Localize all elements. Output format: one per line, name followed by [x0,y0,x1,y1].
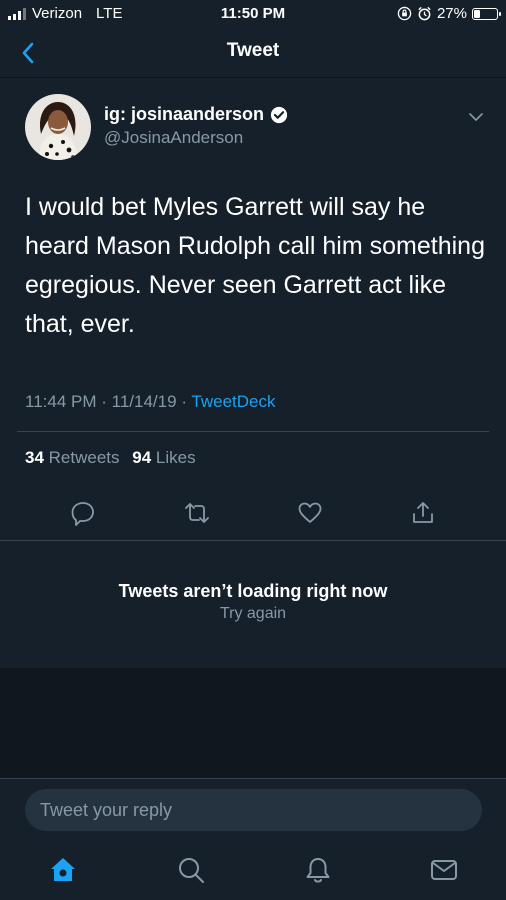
reply-bar [0,778,506,840]
messages-icon[interactable] [429,855,459,885]
nav-header: Tweet [0,28,506,78]
try-again-button[interactable]: Try again [0,605,506,623]
tweet-text: I would bet Myles Garrett will say he he… [25,193,485,338]
like-icon[interactable] [297,500,323,526]
user-handle[interactable]: @JosinaAnderson [104,128,243,148]
empty-replies-area [0,668,506,778]
tweet-source-link[interactable]: TweetDeck [191,392,275,411]
tweet-date: 11/14/19 [111,392,177,411]
likes-count-link[interactable]: 94 Likes [132,448,195,467]
tab-bar [0,840,506,900]
avatar[interactable] [25,94,91,160]
likes-label: Likes [155,448,196,467]
verified-badge-icon [270,106,288,123]
retweet-icon[interactable] [184,500,210,526]
display-name[interactable]: ig: josinaanderson [104,104,288,125]
alarm-icon [418,6,431,21]
retweets-count-link[interactable]: 34 Retweets [25,448,124,467]
page-title: Tweet [226,40,280,61]
chevron-down-icon[interactable] [467,108,485,126]
retweets-count: 34 [25,448,44,467]
status-bar: Verizon LTE 11:50 PM 27% [0,0,506,28]
likes-count: 94 [132,448,152,467]
lock-rotation-icon [397,6,412,21]
status-right: 27% [397,5,501,22]
divider [0,540,506,541]
retweets-label: Retweets [48,448,120,467]
share-icon[interactable] [410,500,436,526]
reply-icon[interactable] [70,500,96,526]
battery-fill [474,9,480,18]
home-icon[interactable] [48,855,78,885]
divider [17,431,489,432]
engagement-counts: 34 Retweets 94 Likes [25,448,196,468]
tweet-time: 11:44 PM [25,392,97,411]
replies-error-title: Tweets aren’t loading right now [118,581,388,601]
tweet-actions [0,500,506,528]
search-icon[interactable] [176,855,206,885]
notifications-icon[interactable] [303,855,333,885]
battery-percent: 27% [436,5,467,22]
meta-separator: · [101,392,107,411]
reply-input[interactable] [25,789,482,831]
display-name-text: ig: josinaanderson [104,104,265,124]
meta-separator: · [181,392,187,411]
battery-icon [472,7,501,20]
tweet-meta: 11:44 PM · 11/14/19 · TweetDeck [25,392,276,412]
tweet-detail-screen: Verizon LTE 11:50 PM 27% Tweet ig: josin… [0,0,506,900]
